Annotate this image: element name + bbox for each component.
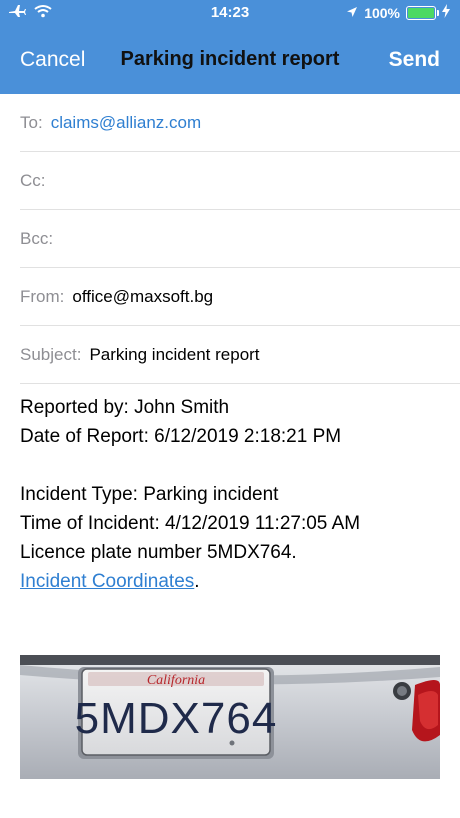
email-body[interactable]: Reported by: John Smith Date of Report: … [20,393,440,596]
reported-by-line: Reported by: John Smith [20,397,230,418]
battery-percentage: 100% [364,4,400,21]
incident-type-line: Incident Type: Parking incident [20,484,279,505]
charging-bolt-icon [442,4,450,21]
to-field[interactable]: To: claims@allianz.com [20,94,460,152]
licence-plate-line: Licence plate number 5MDX764. [20,542,297,563]
time-of-incident-line: Time of Incident: 4/12/2019 11:27:05 AM [20,513,361,534]
send-button[interactable]: Send [389,48,440,72]
subject-value[interactable]: Parking incident report [89,345,259,365]
date-of-report-line: Date of Report: 6/12/2019 2:18:21 PM [20,426,342,447]
incident-coordinates-link[interactable]: Incident Coordinates [20,571,194,592]
status-bar: 14:23 100% [0,0,460,26]
plate-state-text: California [147,673,205,688]
license-plate-photo[interactable]: California 5MDX764 [20,655,440,779]
from-field[interactable]: From: office@maxsoft.bg [20,268,460,326]
plate-number-text: 5MDX764 [75,694,278,743]
email-header-fields: To: claims@allianz.com Cc: Bcc: From: of… [0,94,460,384]
subject-label: Subject: [20,344,82,364]
cc-field[interactable]: Cc: [20,152,460,210]
battery-icon [406,5,439,20]
from-label: From: [20,286,65,306]
cc-label: Cc: [20,170,46,190]
coordinates-suffix: . [194,571,200,592]
to-label: To: [20,112,43,132]
bcc-label: Bcc: [20,228,54,248]
subject-field[interactable]: Subject: Parking incident report [20,326,460,384]
status-right: 100% [346,4,450,21]
from-value[interactable]: office@maxsoft.bg [72,287,213,307]
bcc-field[interactable]: Bcc: [20,210,460,268]
location-arrow-icon [346,5,358,21]
coordinates-line: Incident Coordinates. [20,567,440,596]
to-recipient[interactable]: claims@allianz.com [51,113,201,133]
top-bar: 14:23 100% Cancel Parking incident repor… [0,0,460,94]
license-plate-image: California 5MDX764 [20,655,440,779]
nav-bar: Cancel Parking incident report Send [0,26,460,92]
